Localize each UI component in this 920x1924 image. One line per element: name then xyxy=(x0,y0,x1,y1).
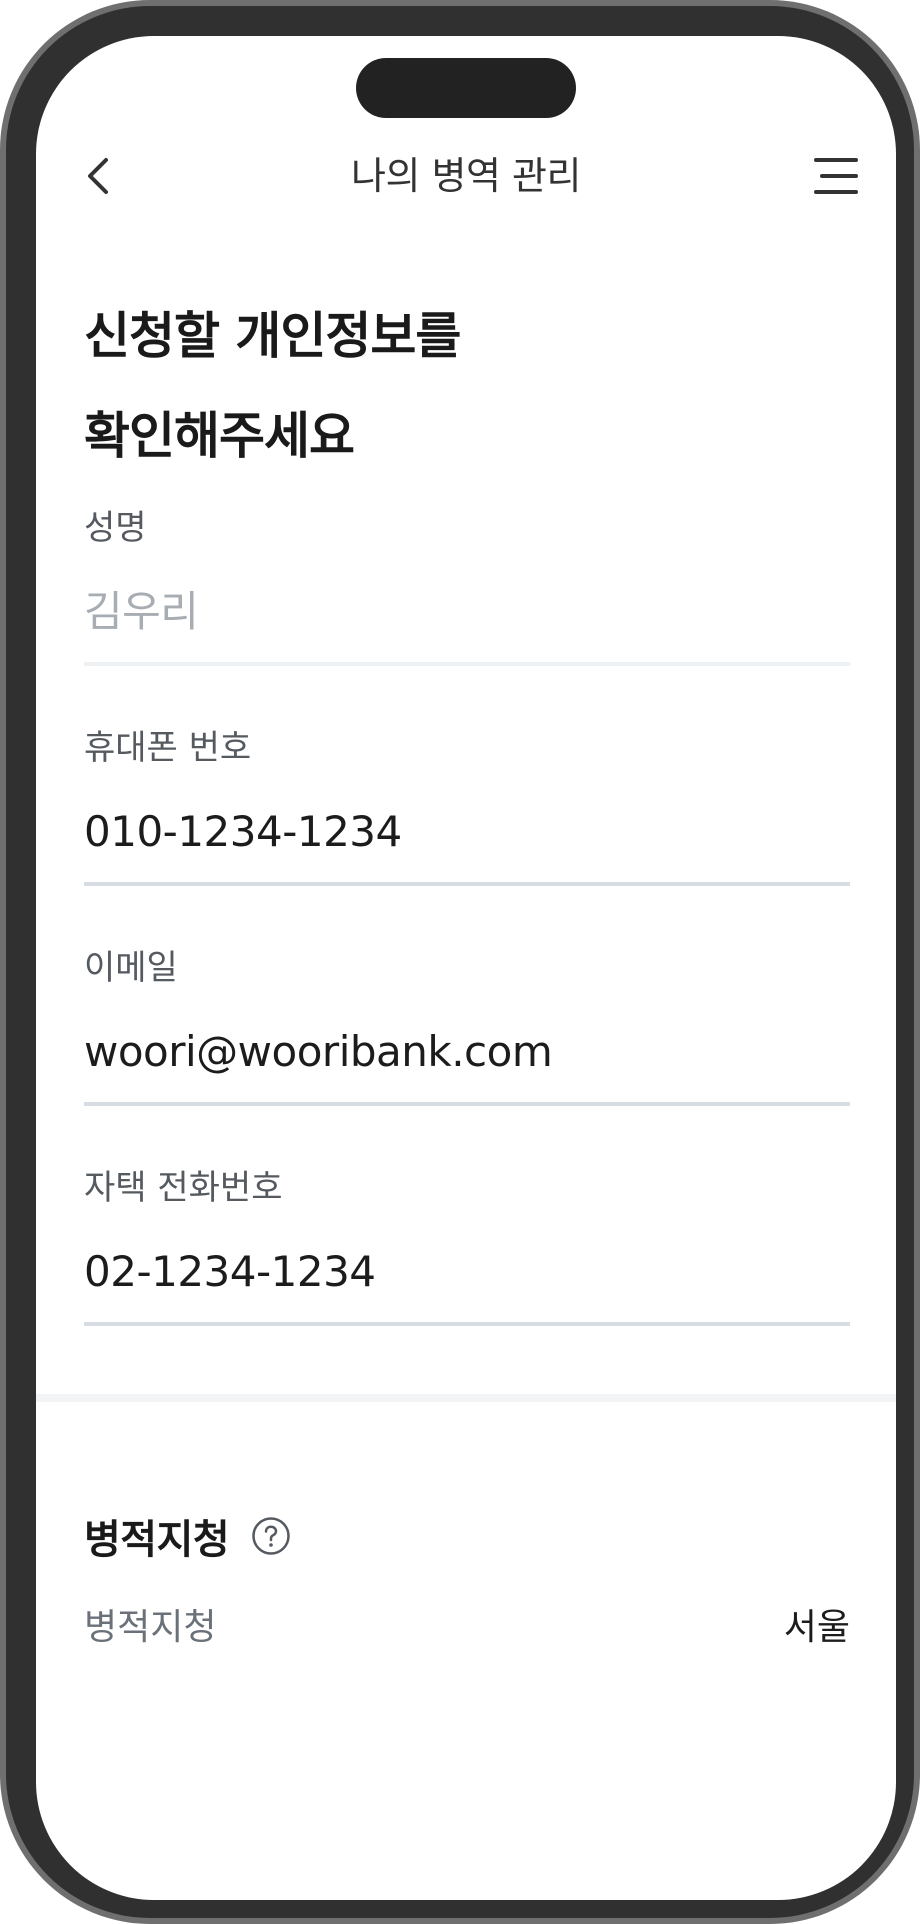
phone-underline xyxy=(84,882,850,886)
email-field[interactable]: 이메일 woori@wooribank.com xyxy=(84,946,850,1106)
home-phone-input[interactable]: 02-1234-1234 xyxy=(84,1244,850,1300)
phone-bezel: 나의 병역 관리 신청할 개인정보를 확인해주세요 성명 김우리 휴대폰 번호 … xyxy=(6,6,914,1918)
top-navbar: 나의 병역 관리 xyxy=(36,136,896,216)
home-phone-field[interactable]: 자택 전화번호 02-1234-1234 xyxy=(84,1166,850,1326)
screen: 나의 병역 관리 신청할 개인정보를 확인해주세요 성명 김우리 휴대폰 번호 … xyxy=(36,36,896,1900)
section-header: 병적지청 xyxy=(84,1506,291,1566)
heading-line-2: 확인해주세요 xyxy=(84,407,355,465)
email-underline xyxy=(84,1102,850,1106)
name-field: 성명 김우리 xyxy=(84,506,850,666)
phone-label: 휴대폰 번호 xyxy=(84,728,252,768)
name-label: 성명 xyxy=(84,508,147,548)
email-input[interactable]: woori@wooribank.com xyxy=(84,1024,850,1080)
heading-line-1: 신청할 개인정보를 xyxy=(84,307,461,365)
name-value: 김우리 xyxy=(84,587,199,636)
name-underline xyxy=(84,662,850,666)
jurisdiction-value: 서울 xyxy=(783,1607,850,1648)
menu-button[interactable] xyxy=(812,152,860,200)
phone-input[interactable]: 010-1234-1234 xyxy=(84,804,850,860)
email-label: 이메일 xyxy=(84,948,178,988)
section-divider xyxy=(36,1394,896,1402)
section-title: 병적지청 xyxy=(84,1517,230,1563)
home-phone-underline xyxy=(84,1322,850,1326)
jurisdiction-label: 병적지청 xyxy=(84,1607,217,1648)
heading: 신청할 개인정보를 확인해주세요 xyxy=(84,286,844,486)
dynamic-island xyxy=(356,58,576,118)
question-circle-icon[interactable] xyxy=(251,1516,291,1556)
phone-frame: 나의 병역 관리 신청할 개인정보를 확인해주세요 성명 김우리 휴대폰 번호 … xyxy=(0,0,920,1924)
home-phone-label: 자택 전화번호 xyxy=(84,1168,283,1208)
phone-field[interactable]: 휴대폰 번호 010-1234-1234 xyxy=(84,726,850,886)
jurisdiction-row: 병적지청 서울 xyxy=(84,1598,850,1658)
page-title: 나의 병역 관리 xyxy=(351,154,581,198)
hamburger-menu-icon xyxy=(814,158,858,194)
